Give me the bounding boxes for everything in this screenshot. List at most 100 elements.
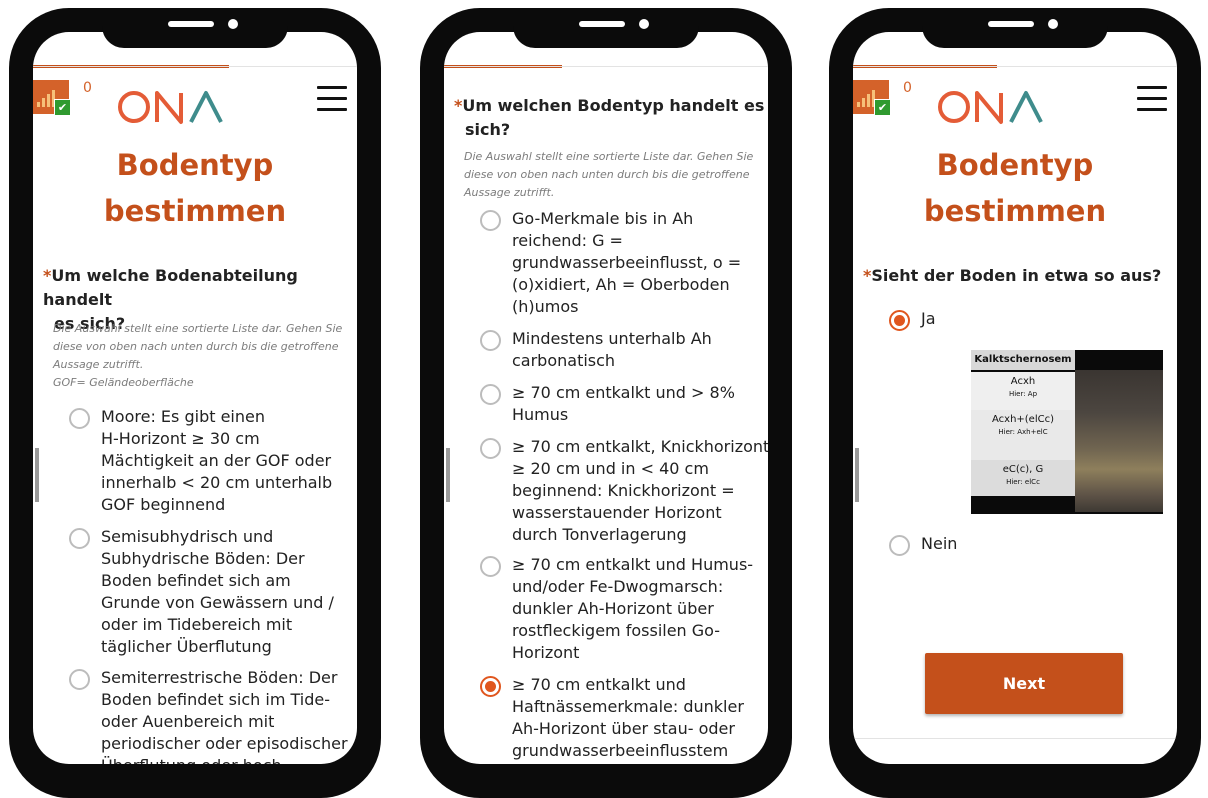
option-line: durch Tonverlagerung [512,525,687,544]
question-hint: Die Auswahl stellt eine sortierte Liste … [53,320,357,392]
hint-line: Die Auswahl stellt eine sortierte Liste … [464,150,754,163]
option-line: GOF beginnend [101,495,226,514]
phone-notch [102,8,288,48]
option-line: H-Horizont ≥ 30 cm [101,429,260,448]
option-line: ≥ 70 cm entkalkt, Knickhorizont [512,437,768,456]
option-label[interactable]: Nein [921,533,957,555]
option-line: Grunde von Gewässern und / [101,593,334,612]
option-line: oder Auenbereich mit [101,712,275,731]
radio-button-selected[interactable] [480,676,501,697]
camera-icon [1048,19,1058,29]
option-label[interactable]: ≥ 70 cm entkalkt und Haftnässemerkmale: … [512,674,768,762]
badge-count: 0 [83,80,92,96]
option-line: ≥ 70 cm entkalkt und [512,675,686,694]
hint-line: Aussage zutrifft. [464,186,555,199]
radio-button[interactable] [480,384,501,405]
option-label[interactable]: ≥ 70 cm entkalkt, Knickhorizont ≥ 20 cm … [512,436,768,546]
option-label[interactable]: Ja [921,308,936,330]
badge-count: 0 [903,80,912,96]
option-line: Go-Merkmale bis in Ah [512,209,694,228]
reference-title: Kalktschernosem [971,350,1075,370]
reference-soil-image: Kalktschernosem Acxh Hier: Ap Acxh+(elCc… [971,350,1163,514]
hint-line: Aussage zutrifft. [53,358,144,371]
question-text: *Um welchen Bodentyp handelt es sich? [454,94,768,142]
layer-sub: Hier: Ap [1008,390,1038,398]
option-label[interactable]: Semiterrestrische Böden: Der Boden befin… [101,667,357,764]
option-line: Mindestens unterhalb Ah [512,329,712,348]
layer-name: Acxh+(elCc) [991,414,1054,425]
option-label[interactable]: Go-Merkmale bis in Ah reichend: G = grun… [512,208,768,318]
hint-line: Die Auswahl stellt eine sortierte Liste … [53,322,343,335]
question-line-1: Um welche Bodenabteilung handelt [43,266,298,309]
option-line: periodischer oder episodischer [101,734,348,753]
option-line: Semisubhydrisch und [101,527,274,546]
phone-3: ✔ 0 Bodentyp bestimmen *Sieht der Boden … [829,8,1201,798]
option-line: Boden befindet sich im Tide- [101,690,330,709]
option-label[interactable]: Semisubhydrisch und Subhydrische Böden: … [101,526,357,658]
scroll-handle[interactable] [35,448,39,502]
layer-label: eC(c), G Hier: elCc [971,460,1075,496]
progress-badge[interactable]: ✔ [33,80,71,116]
speaker-icon [168,21,214,27]
phone-2-screen: *Um welchen Bodentyp handelt es sich? Di… [444,32,768,764]
option-label[interactable]: ≥ 70 cm entkalkt und Humus- und/oder Fe-… [512,554,768,664]
option-line: Überflutung oder hoch [101,755,357,764]
ona-logo[interactable] [937,88,1047,126]
page-title-line-1: Bodentyp [936,148,1094,182]
bottom-divider [853,738,1177,739]
option-line: grundwasserbeeinflusst, o = [512,253,742,272]
option-line: ≥ 70 cm entkalkt und Humus- [512,555,754,574]
option-line: Ah-Horizont über stau- oder [512,719,735,738]
option-line: Horizont [512,643,580,662]
radio-button[interactable] [69,408,90,429]
radio-button[interactable] [480,330,501,351]
phone-1-screen: ✔ 0 Bodentyp bestimmen *Um welche Bodena… [33,32,357,764]
option-line: rostfleckigem fossilen Go- [512,621,721,640]
option-line: reichend: G = [512,231,623,250]
layer-label: Acxh+(elCc) Hier: Axh+elC [971,410,1075,460]
top-divider [444,66,768,67]
radio-button[interactable] [69,528,90,549]
question-text: *Sieht der Boden in etwa so aus? [863,264,1177,288]
question-hint: Die Auswahl stellt eine sortierte Liste … [464,148,768,202]
option-line: Haftnässemerkmale: dunkler [512,697,744,716]
hamburger-icon[interactable] [1137,86,1167,112]
progress-badge[interactable]: ✔ [853,80,891,116]
ona-logo[interactable] [117,88,227,126]
phone-1: ✔ 0 Bodentyp bestimmen *Um welche Bodena… [9,8,381,798]
radio-button-selected[interactable] [889,310,910,331]
option-line: täglicher Überflutung [101,637,272,656]
radio-button[interactable] [480,210,501,231]
check-icon: ✔ [54,99,71,116]
option-line: Subhydrische Böden: Der [101,549,305,568]
option-line: Semiterrestrische Böden: Der [101,668,338,687]
page-title-line-2: bestimmen [103,194,287,228]
hint-line: GOF= Geländeoberfläche [53,376,194,389]
hamburger-icon[interactable] [317,86,347,112]
scroll-handle[interactable] [855,448,859,502]
option-label[interactable]: Mindestens unterhalb Ah carbonatisch [512,328,768,372]
layer-sub: Hier: elCc [1006,478,1040,486]
option-line: grundwasserbeeinflusstem [512,741,729,760]
check-icon: ✔ [874,99,891,116]
option-line: Humus [512,405,569,424]
hint-line: diese von oben nach unten durch bis die … [53,340,339,353]
page-title-line-1: Bodentyp [116,148,274,182]
option-line: innerhalb < 20 cm unterhalb [101,473,333,492]
option-label[interactable]: ≥ 70 cm entkalkt und > 8% Humus [512,382,768,426]
radio-button[interactable] [480,438,501,459]
question-line-1: Sieht der Boden in etwa so aus? [871,266,1162,285]
next-button[interactable]: Next [925,653,1123,714]
radio-button[interactable] [889,535,910,556]
option-line: wasserstauender Horizont [512,503,722,522]
question-line-1: Um welchen Bodentyp handelt es [462,96,765,115]
option-line: (o)xidiert, Ah = Oberboden [512,275,730,294]
scroll-handle[interactable] [446,448,450,502]
radio-button[interactable] [69,669,90,690]
layer-name: Acxh [1010,376,1036,387]
option-line: beginnend: Knickhorizont = [512,481,735,500]
option-label[interactable]: Moore: Es gibt einen H-Horizont ≥ 30 cm … [101,406,357,516]
option-line: ≥ 70 cm entkalkt und > 8% [512,383,735,402]
radio-button[interactable] [480,556,501,577]
top-divider [33,66,357,67]
